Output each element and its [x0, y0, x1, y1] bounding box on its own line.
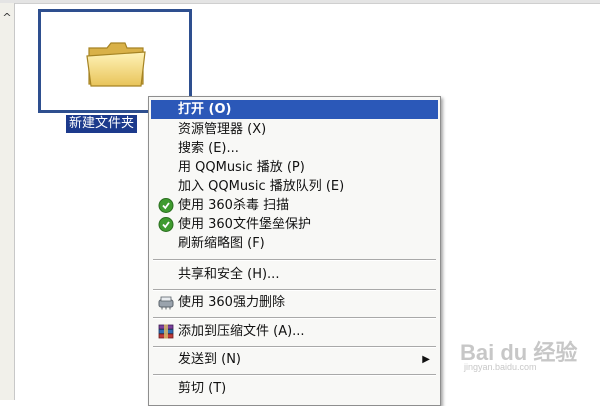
menu-separator: [153, 289, 436, 291]
menu-item-360-protect[interactable]: 使用 360文件堡垒保护: [151, 215, 438, 234]
menu-item-sharing-security[interactable]: 共享和安全 (H)...: [151, 265, 438, 284]
menu-item-search[interactable]: 搜索 (E)...: [151, 139, 438, 158]
menu-item-qqmusic-play[interactable]: 用 QQMusic 播放 (P): [151, 158, 438, 177]
scroll-up-arrow-icon[interactable]: ^: [1, 11, 13, 25]
submenu-arrow-icon: ▶: [422, 354, 430, 365]
menu-item-qqmusic-queue[interactable]: 加入 QQMusic 播放队列 (E): [151, 177, 438, 196]
left-scrollbar[interactable]: ^: [0, 3, 15, 400]
shield-360-icon: [158, 198, 174, 213]
baidu-jingyan-watermark: Bai du 经验 jingyan.baidu.com: [460, 335, 595, 385]
menu-separator: [153, 374, 436, 376]
shredder-icon: [158, 296, 174, 310]
menu-item-open[interactable]: 打开 (O): [151, 100, 438, 119]
menu-separator: [153, 346, 436, 348]
menu-item-add-to-archive[interactable]: 添加到压缩文件 (A)...: [151, 322, 438, 341]
archive-icon: [158, 324, 174, 339]
menu-item-360-scan[interactable]: 使用 360杀毒 扫描: [151, 196, 438, 215]
menu-item-explorer[interactable]: 资源管理器 (X): [151, 120, 438, 139]
watermark-url: jingyan.baidu.com: [464, 362, 537, 372]
folder-name-label[interactable]: 新建文件夹: [66, 115, 138, 133]
folder-icon: [86, 42, 146, 87]
context-menu: 打开 (O) 资源管理器 (X) 搜索 (E)... 用 QQMusic 播放 …: [148, 96, 441, 406]
menu-separator: [153, 317, 436, 319]
menu-item-cut[interactable]: 剪切 (T): [151, 379, 438, 398]
menu-item-360-force-delete[interactable]: 使用 360强力删除: [151, 293, 438, 312]
menu-item-send-to[interactable]: 发送到 (N) ▶: [151, 350, 438, 369]
shield-360-icon: [158, 217, 174, 232]
top-toolbar-edge: [0, 0, 600, 4]
menu-item-refresh-thumbnail[interactable]: 刷新缩略图 (F): [151, 234, 438, 253]
menu-separator: [153, 259, 436, 261]
